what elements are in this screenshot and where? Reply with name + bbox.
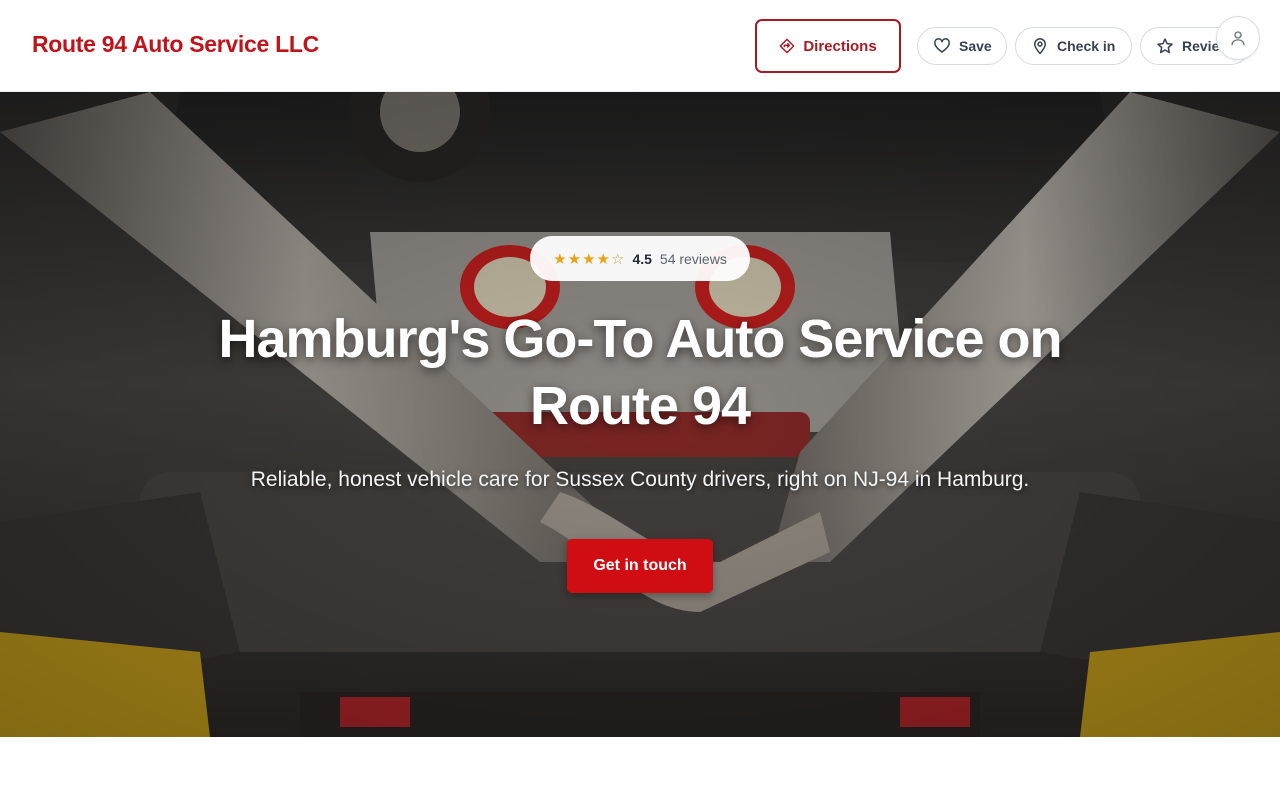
rating-badge[interactable]: ★ ★ ★ ★ ☆ 4.5 54 reviews [530, 236, 750, 281]
hero-title-line-1: Hamburg's Go-To Auto Service on [218, 309, 1063, 369]
hero-section: ★ ★ ★ ★ ☆ 4.5 54 reviews Hamburg's Go-To… [0, 92, 1280, 737]
check-in-label: Check in [1057, 38, 1116, 54]
rating-value: 4.5 [632, 250, 652, 267]
hero-title: Hamburg's Go-To Auto Service on Route 94 [190, 306, 1090, 440]
business-name[interactable]: Route 94 Auto Service LLC [32, 31, 319, 58]
heart-icon [934, 38, 950, 53]
star-rating: ★ ★ ★ ★ ☆ [553, 250, 624, 268]
hero-subtitle: Reliable, honest vehicle care for Sussex… [250, 468, 1030, 491]
hero-title-line-2: Route 94 [529, 376, 751, 436]
directions-button[interactable]: Directions [755, 19, 901, 73]
check-in-button[interactable]: Check in [1015, 27, 1132, 65]
star-icon: ★ [553, 250, 567, 268]
account-button[interactable] [1216, 16, 1260, 60]
get-in-touch-button[interactable]: Get in touch [567, 539, 713, 593]
star-icon: ★ [582, 250, 596, 268]
map-pin-icon [1034, 38, 1046, 55]
directions-diamond-icon [779, 38, 795, 54]
star-icon [1157, 38, 1173, 54]
save-label: Save [959, 38, 992, 54]
directions-label: Directions [803, 37, 877, 55]
site-header: Route 94 Auto Service LLC Directions Sav… [0, 0, 1280, 92]
save-button[interactable]: Save [917, 27, 1007, 65]
user-icon [1231, 31, 1245, 46]
star-icon: ★ [596, 250, 610, 268]
star-icon: ★ [567, 250, 582, 268]
review-count[interactable]: 54 reviews [660, 251, 727, 267]
star-half-icon: ☆ [610, 250, 625, 268]
